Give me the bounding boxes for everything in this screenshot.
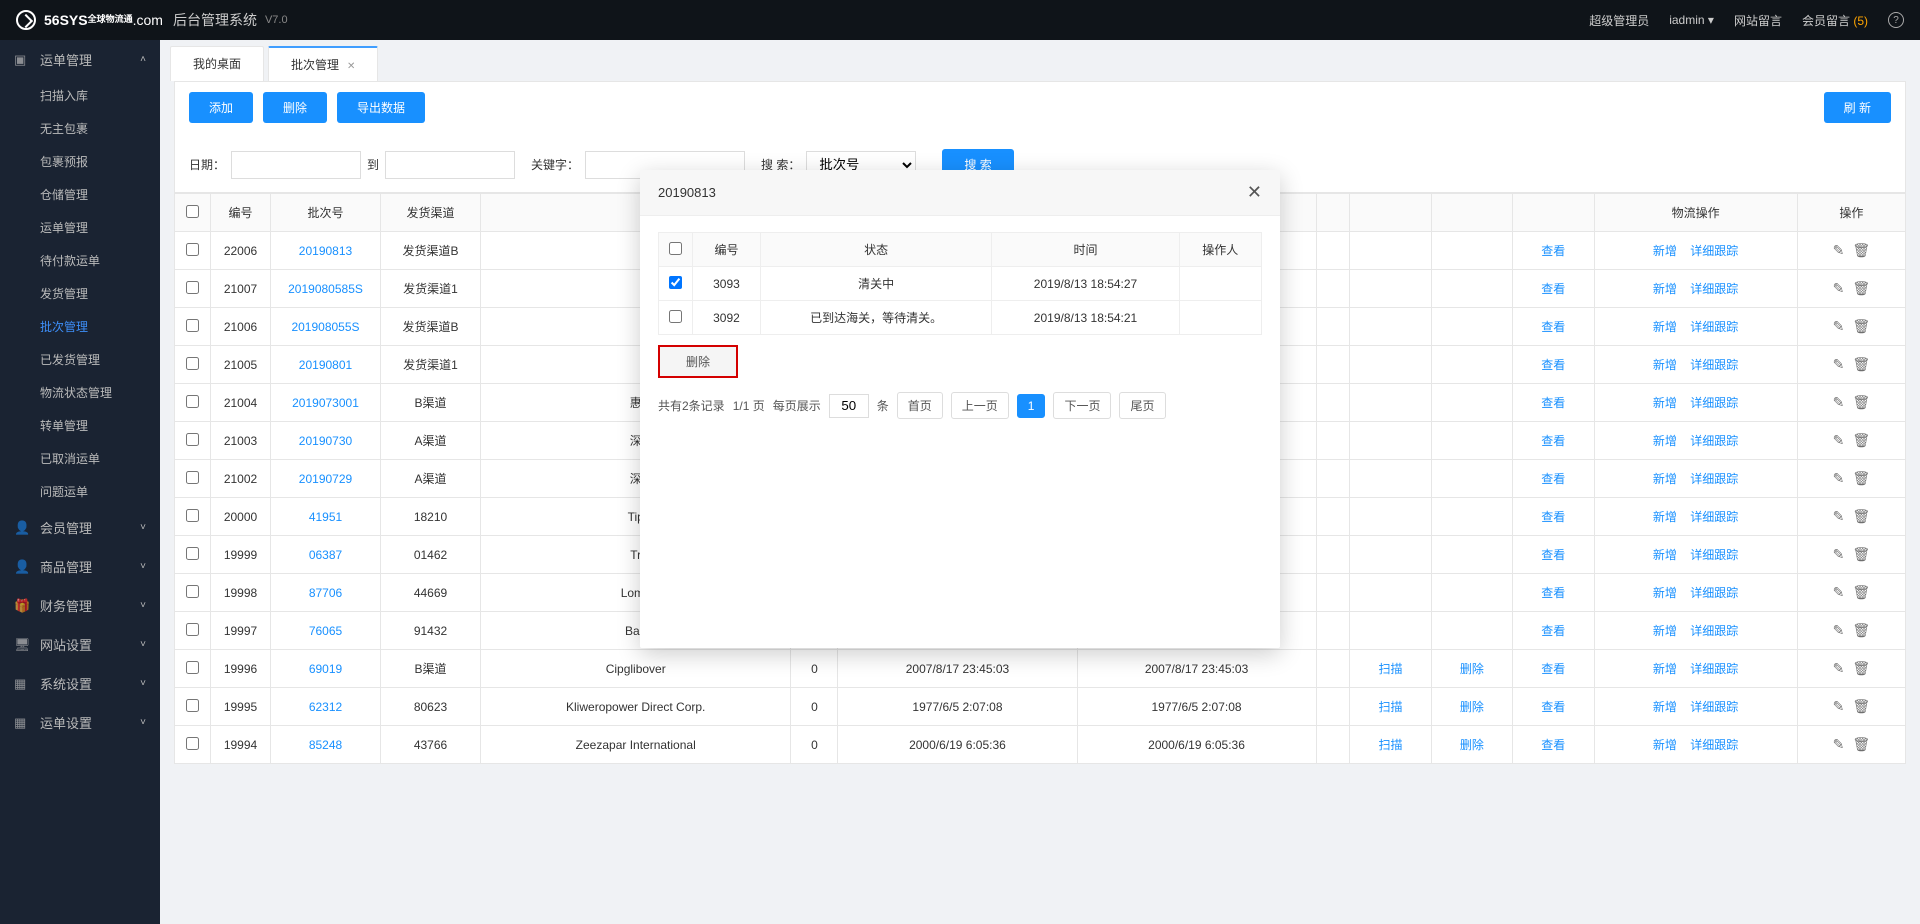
modal-col-header: 编号 xyxy=(693,233,761,267)
pager-total: 共有2条记录 xyxy=(658,397,725,414)
modal-overlay: 20190813 ✕ 编号状态时间操作人 3093 清关中 2019/8/13 … xyxy=(0,0,1920,924)
pager-unit: 条 xyxy=(877,397,889,414)
batch-detail-modal: 20190813 ✕ 编号状态时间操作人 3093 清关中 2019/8/13 … xyxy=(640,170,1280,648)
cell: 3093 xyxy=(693,267,761,301)
modal-col-header: 操作人 xyxy=(1179,233,1261,267)
cell: 2019/8/13 18:54:21 xyxy=(992,301,1179,335)
cell: 已到达海关，等待清关。 xyxy=(760,301,992,335)
pager-current[interactable]: 1 xyxy=(1017,394,1046,418)
modal-select-all[interactable] xyxy=(669,242,682,255)
modal-col-header: 状态 xyxy=(760,233,992,267)
cell: 清关中 xyxy=(760,267,992,301)
cell: 3092 xyxy=(693,301,761,335)
pager-prev[interactable]: 上一页 xyxy=(951,392,1009,419)
cell: 2019/8/13 18:54:27 xyxy=(992,267,1179,301)
modal-row-checkbox[interactable] xyxy=(669,310,682,323)
modal-pager: 共有2条记录 1/1 页 每页展示 条 首页 上一页 1 下一页 尾页 xyxy=(658,392,1262,419)
pager-per-input[interactable] xyxy=(829,394,869,418)
cell xyxy=(1179,267,1261,301)
modal-row: 3092 已到达海关，等待清关。 2019/8/13 18:54:21 xyxy=(659,301,1262,335)
modal-table: 编号状态时间操作人 3093 清关中 2019/8/13 18:54:27 30… xyxy=(658,232,1262,335)
pager-first[interactable]: 首页 xyxy=(897,392,943,419)
modal-title: 20190813 xyxy=(658,185,716,200)
close-icon[interactable]: ✕ xyxy=(1247,182,1262,203)
modal-row-checkbox[interactable] xyxy=(669,276,682,289)
pager-pages: 1/1 页 xyxy=(733,397,765,414)
pager-last[interactable]: 尾页 xyxy=(1119,392,1165,419)
modal-col-header: 时间 xyxy=(992,233,1179,267)
modal-row: 3093 清关中 2019/8/13 18:54:27 xyxy=(659,267,1262,301)
pager-next[interactable]: 下一页 xyxy=(1053,392,1111,419)
modal-header: 20190813 ✕ xyxy=(640,170,1280,216)
cell xyxy=(1179,301,1261,335)
modal-delete-button[interactable]: 删除 xyxy=(658,345,738,378)
pager-per-label: 每页展示 xyxy=(773,397,821,414)
